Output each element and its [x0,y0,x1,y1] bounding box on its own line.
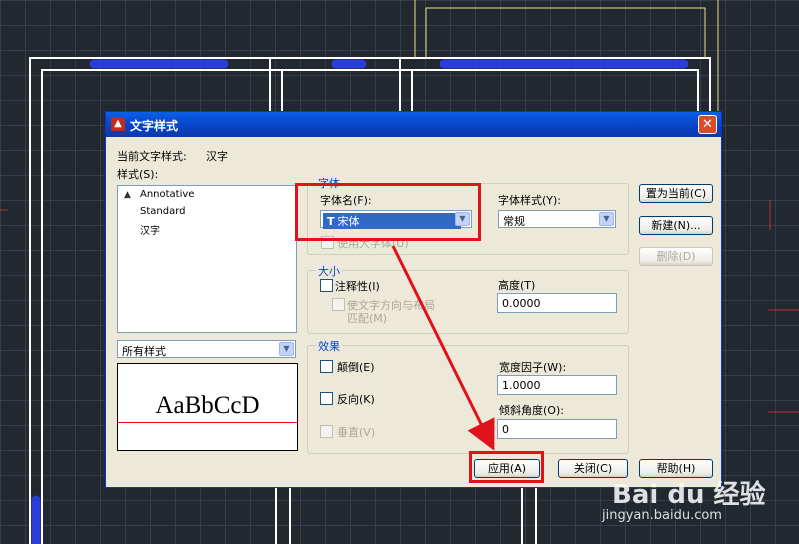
list-item[interactable]: Annotative [140,189,194,200]
set-current-button[interactable]: 置为当前(C) [639,184,713,203]
style-filter-value: 所有样式 [122,345,166,358]
chevron-down-icon[interactable]: ▼ [279,342,294,356]
vertical-checkbox[interactable] [320,425,333,438]
preview-box: AaBbCcD [117,363,298,451]
font-style-value: 常规 [503,215,525,228]
close-icon[interactable]: ✕ [698,115,717,134]
upside-down-checkbox[interactable] [320,360,333,373]
preview-sample-text: AaBbCcD [155,392,260,419]
preview-baseline [118,422,297,423]
backwards-label: 反向(K) [337,393,375,406]
list-item[interactable]: 汉字 [140,222,160,237]
dialog-title: 文字样式 [130,119,179,133]
title-bar[interactable]: ▲ 文字样式 ✕ [106,112,721,137]
chevron-down-icon[interactable]: ▼ [599,212,614,226]
size-group-title: 大小 [316,263,342,279]
styles-label: 样式(S): [117,168,159,181]
font-name-highlight [295,183,481,241]
font-style-dropdown[interactable]: 常规 ▼ [498,210,616,228]
style-filter-dropdown[interactable]: 所有样式 ▼ [117,340,296,358]
width-factor-input[interactable]: 1.0000 [497,375,617,395]
match-layout-label-line2: 匹配(M) [347,312,388,325]
vertical-label: 垂直(V) [337,426,376,439]
oblique-angle-input[interactable]: 0 [497,419,617,439]
width-factor-label: 宽度因子(W): [499,361,567,374]
current-style-label: 当前文字样式: [117,150,187,163]
font-style-label: 字体样式(Y): [498,194,562,207]
backwards-checkbox[interactable] [320,392,333,405]
oblique-angle-label: 倾斜角度(O): [499,404,564,417]
current-style-value: 汉字 [206,150,228,163]
height-label: 高度(T) [498,279,536,292]
apply-button-highlight [469,451,544,483]
watermark-url: jingyan.baidu.com [602,508,722,523]
list-item[interactable]: Standard [140,206,186,217]
annotative-icon: ▲ [124,190,131,200]
annotative-label: 注释性(I) [335,280,380,293]
text-style-dialog: ▲ 文字样式 ✕ 当前文字样式: 汉字 样式(S): ▲ Annotative … [105,111,722,488]
effects-group-title: 效果 [316,338,342,354]
new-style-button[interactable]: 新建(N)... [639,216,713,235]
upside-down-label: 颠倒(E) [337,361,375,374]
delete-style-button[interactable]: 删除(D) [639,247,713,266]
watermark-brand: Bai du 经验 [612,480,766,510]
styles-list[interactable]: ▲ Annotative Standard 汉字 [117,185,297,333]
annotative-checkbox[interactable] [320,279,333,292]
height-input[interactable]: 0.0000 [497,293,617,313]
autocad-app-icon: ▲ [111,117,125,131]
match-layout-checkbox[interactable] [332,298,345,311]
baidu-watermark: Bai du 经验 jingyan.baidu.com [602,474,766,523]
